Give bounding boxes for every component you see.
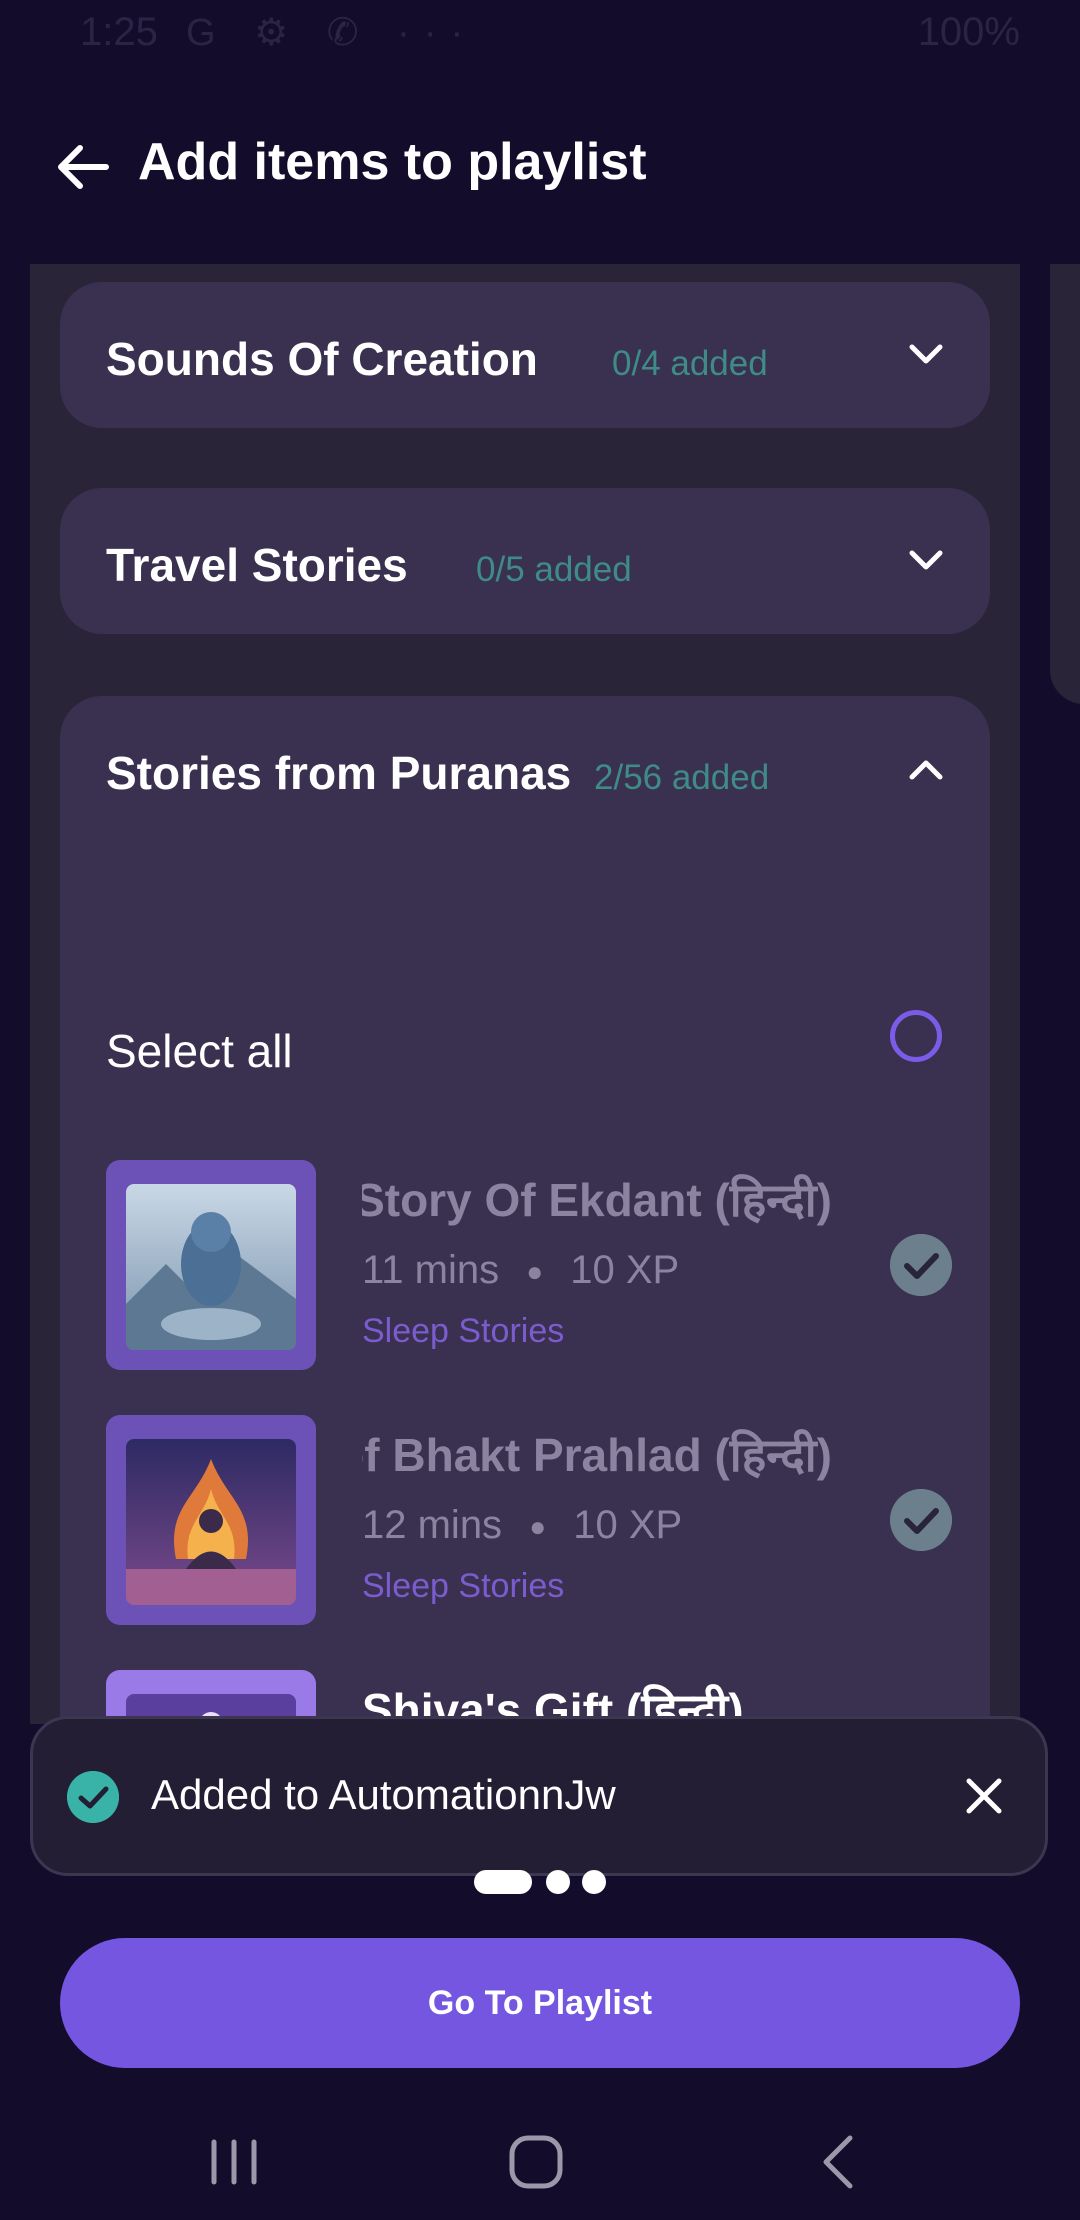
item-thumbnail — [106, 1415, 316, 1625]
select-all-label: Select all — [106, 1025, 293, 1077]
category-count: 0/4 added — [612, 344, 768, 383]
check-circle-icon — [67, 1771, 119, 1823]
item-category: Sleep Stories — [362, 1567, 565, 1605]
back-nav-icon[interactable] — [800, 2122, 880, 2202]
chevron-down-icon[interactable] — [904, 538, 948, 582]
status-bar: 1:25 G ⚙ ✆ ··· 100% — [0, 0, 1080, 72]
battery-level: 100% — [917, 10, 1020, 54]
go-to-playlist-button[interactable]: Go To Playlist — [60, 1938, 1020, 2068]
recent-apps-icon[interactable] — [194, 2122, 274, 2202]
ganesha-artwork-icon — [126, 1184, 296, 1350]
category-title: Stories from Puranas — [106, 747, 572, 799]
status-time: 1:25 — [80, 10, 158, 54]
chevron-up-icon[interactable] — [904, 748, 948, 792]
back-arrow-icon[interactable] — [54, 138, 112, 196]
category-count: 0/5 added — [476, 550, 632, 589]
next-panel-peek — [1050, 264, 1080, 704]
category-card-travel-stories[interactable]: Travel Stories 0/5 added — [60, 488, 990, 634]
item-meta: 11 mins ● 10 XP — [362, 1248, 679, 1293]
item-meta: 12 mins ● 10 XP — [362, 1503, 682, 1548]
dot-separator: ● — [529, 1511, 547, 1543]
select-all-checkbox[interactable] — [890, 1010, 942, 1062]
category-list-panel: Sounds Of Creation 0/4 added Travel Stor… — [30, 264, 1020, 1724]
prahlad-artwork-icon — [126, 1439, 296, 1605]
home-icon[interactable] — [496, 2122, 576, 2202]
category-count: 2/56 added — [594, 758, 770, 797]
chevron-down-icon[interactable] — [904, 332, 948, 376]
item-duration: 12 mins — [362, 1503, 503, 1547]
notification-icons: G ⚙ ✆ ··· — [186, 12, 478, 54]
category-card-stories-from-puranas: Stories from Puranas 2/56 added Select a… — [60, 696, 990, 1724]
item-thumbnail — [106, 1160, 316, 1370]
item-xp: 10 XP — [573, 1503, 683, 1547]
item-title: Story of Bhakt Prahlad (हिन्दी) — [362, 1429, 832, 1481]
item-duration: 11 mins — [362, 1248, 500, 1292]
toast-notification: Added to AutomationnJw — [30, 1716, 1048, 1876]
category-title: Travel Stories — [106, 539, 408, 591]
page-title: Add items to playlist — [138, 133, 647, 191]
page-dot — [546, 1870, 570, 1894]
page-dot-active — [474, 1870, 532, 1894]
page-dot — [582, 1870, 606, 1894]
item-category: Sleep Stories — [362, 1312, 565, 1350]
toast-message: Added to AutomationnJw — [151, 1771, 616, 1818]
system-nav-bar — [0, 2090, 1080, 2220]
item-title: Story Of Ekdant (हिन्दी) — [362, 1174, 832, 1226]
close-icon[interactable] — [959, 1771, 1009, 1821]
item-xp: 10 XP — [570, 1248, 680, 1292]
category-card-sounds-of-creation[interactable]: Sounds Of Creation 0/4 added — [60, 282, 990, 428]
list-item[interactable]: Story of Bhakt Prahlad (हिन्दी) 12 mins … — [106, 1415, 956, 1625]
check-circle-icon[interactable] — [890, 1234, 952, 1296]
list-item[interactable]: Story Of Ekdant (हिन्दी) 11 mins ● 10 XP… — [106, 1160, 956, 1370]
dot-separator: ● — [526, 1256, 544, 1288]
category-title: Sounds Of Creation — [106, 333, 538, 385]
check-circle-icon[interactable] — [890, 1489, 952, 1551]
